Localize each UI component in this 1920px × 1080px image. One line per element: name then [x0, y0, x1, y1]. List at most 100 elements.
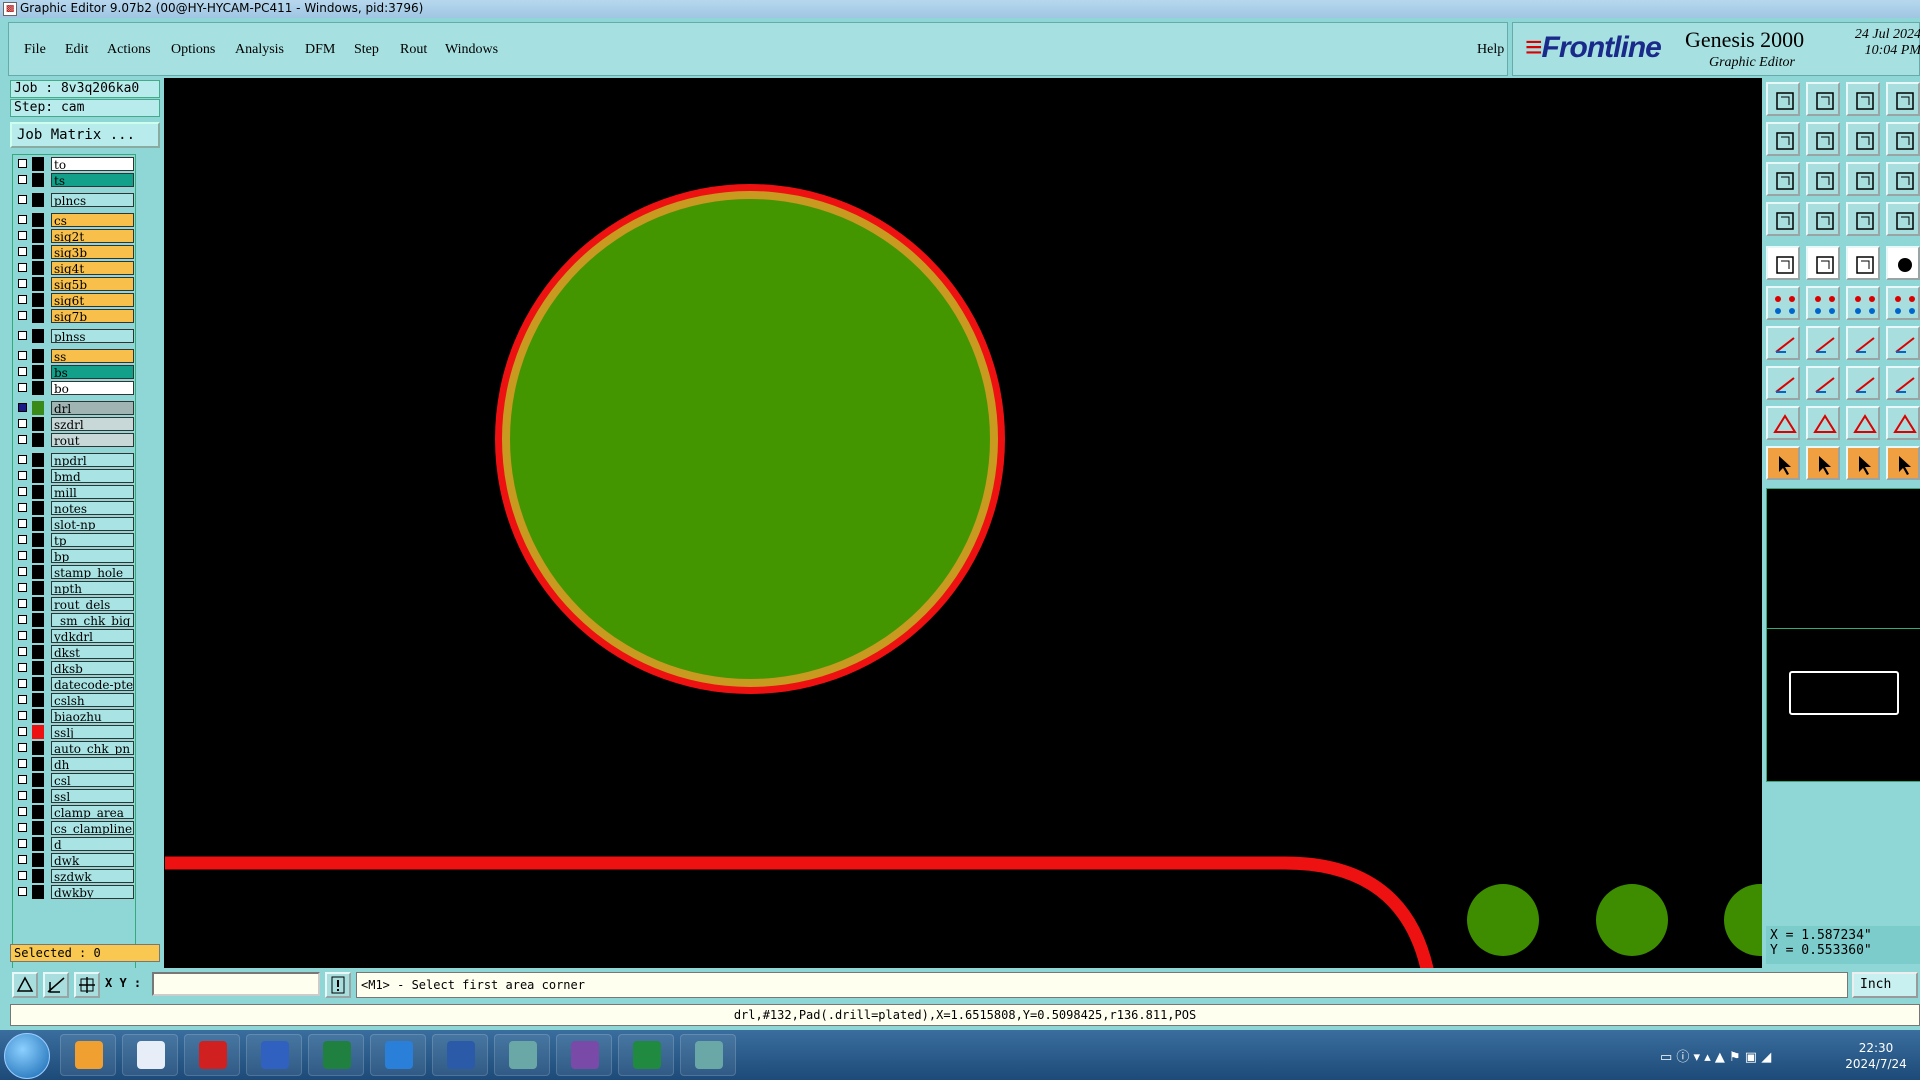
layer-name[interactable]: cslsh	[51, 693, 134, 707]
layer-name[interactable]: szdwk	[51, 869, 134, 883]
fit-icon[interactable]	[1766, 162, 1800, 196]
layer-checkbox[interactable]	[18, 743, 27, 752]
layer-row-sig3b[interactable]: sig3b	[15, 245, 134, 259]
layer-checkbox[interactable]	[18, 759, 27, 768]
layer-checkbox[interactable]	[18, 419, 27, 428]
layer-name[interactable]: rout	[51, 433, 134, 447]
layer-color-swatch[interactable]	[32, 453, 44, 467]
load-icon[interactable]	[1806, 82, 1840, 116]
layer-checkbox[interactable]	[18, 807, 27, 816]
layer-color-swatch[interactable]	[32, 869, 44, 883]
layer-name[interactable]: ss	[51, 349, 134, 363]
layer-row-sig4t[interactable]: sig4t	[15, 261, 134, 275]
layer-name[interactable]: bmd	[51, 469, 134, 483]
layer-checkbox[interactable]	[18, 435, 27, 444]
layer-color-swatch[interactable]	[32, 417, 44, 431]
layer-row-bo[interactable]: bo	[15, 381, 134, 395]
snap-mode-button[interactable]	[12, 972, 38, 998]
layer-name[interactable]: ssl	[51, 789, 134, 803]
job-matrix-button[interactable]: Job Matrix ...	[10, 122, 160, 148]
arc-icon[interactable]	[1846, 326, 1880, 360]
layer-name[interactable]: clamp_area	[51, 805, 134, 819]
menu-actions[interactable]: Actions	[107, 42, 151, 58]
select-move-icon[interactable]	[1806, 446, 1840, 480]
layer-color-swatch[interactable]	[32, 693, 44, 707]
eye-app-icon[interactable]	[494, 1034, 550, 1076]
layer-row-bp[interactable]: bp	[15, 549, 134, 563]
arrow-app-icon[interactable]	[370, 1034, 426, 1076]
help-icon[interactable]	[1886, 162, 1920, 196]
layer-checkbox[interactable]	[18, 471, 27, 480]
layer-color-swatch[interactable]	[32, 773, 44, 787]
menu-windows[interactable]: Windows	[445, 42, 498, 58]
layer-color-swatch[interactable]	[32, 229, 44, 243]
layer-checkbox[interactable]	[18, 839, 27, 848]
layer-checkbox[interactable]	[18, 551, 27, 560]
layer-row-tp[interactable]: tp	[15, 533, 134, 547]
layer-compare-icon[interactable]	[1846, 202, 1880, 236]
layer-color-swatch[interactable]	[32, 597, 44, 611]
layer-checkbox[interactable]	[18, 159, 27, 168]
layer-row-dh[interactable]: dh	[15, 757, 134, 771]
layer-name[interactable]: slot-np	[51, 517, 134, 531]
layer-color-swatch[interactable]	[32, 401, 44, 415]
resize-icon[interactable]	[1846, 366, 1880, 400]
zoom-fit-icon[interactable]	[1806, 162, 1840, 196]
units-selector[interactable]: Inch	[1852, 972, 1918, 998]
layer-color-swatch[interactable]	[32, 533, 44, 547]
layer-color-swatch[interactable]	[32, 309, 44, 323]
layer-color-swatch[interactable]	[32, 293, 44, 307]
layer-color-swatch[interactable]	[32, 837, 44, 851]
layer-name[interactable]: dwkby	[51, 885, 134, 899]
layer-color-swatch[interactable]	[32, 709, 44, 723]
layer-name[interactable]: _sm_chk_big	[51, 613, 134, 627]
layer-color-swatch[interactable]	[32, 645, 44, 659]
layer-row-ss[interactable]: ss	[15, 349, 134, 363]
layer-checkbox[interactable]	[18, 775, 27, 784]
layer-name[interactable]: sig7b	[51, 309, 134, 323]
snapshot-icon[interactable]	[1766, 82, 1800, 116]
triangle-b-icon[interactable]	[1846, 406, 1880, 440]
layer-checkbox[interactable]	[18, 871, 27, 880]
layer-name[interactable]: auto_chk_pn	[51, 741, 134, 755]
layer-checkbox[interactable]	[18, 679, 27, 688]
layer-name[interactable]: sig2t	[51, 229, 134, 243]
slash-icon[interactable]	[1806, 326, 1840, 360]
layer-name[interactable]: dkst	[51, 645, 134, 659]
menu-help[interactable]: Help	[1477, 42, 1504, 58]
layer-checkbox[interactable]	[18, 455, 27, 464]
layer-checkbox[interactable]	[18, 887, 27, 896]
publisher-icon[interactable]	[308, 1034, 364, 1076]
pad-shape-icon[interactable]	[1766, 366, 1800, 400]
layer-checkbox[interactable]	[18, 351, 27, 360]
layer-checkbox[interactable]	[18, 519, 27, 528]
layer-row-dkst[interactable]: dkst	[15, 645, 134, 659]
layer-row-d[interactable]: d	[15, 837, 134, 851]
select-arrow-icon[interactable]	[1766, 446, 1800, 480]
layer-row-slot-np[interactable]: slot-np	[15, 517, 134, 531]
layer-checkbox[interactable]	[18, 175, 27, 184]
zoom-prev-icon[interactable]	[1766, 122, 1800, 156]
layer-checkbox[interactable]	[18, 695, 27, 704]
layer-row-rout[interactable]: rout	[15, 433, 134, 447]
layer-color-swatch[interactable]	[32, 629, 44, 643]
layer-row-notes[interactable]: notes	[15, 501, 134, 515]
layer-name[interactable]: bs	[51, 365, 134, 379]
select-group-icon[interactable]	[1886, 446, 1920, 480]
menu-step[interactable]: Step	[354, 42, 379, 58]
layer-name[interactable]: ydkdrl	[51, 629, 134, 643]
layer-row-npth[interactable]: npth	[15, 581, 134, 595]
layer-row-plnss[interactable]: plnss	[15, 329, 134, 343]
layer-name[interactable]: tp	[51, 533, 134, 547]
layer-checkbox[interactable]	[18, 535, 27, 544]
layer-color-swatch[interactable]	[32, 677, 44, 691]
layer-name[interactable]: drl	[51, 401, 134, 415]
layer-row-stamp_hole[interactable]: stamp_hole	[15, 565, 134, 579]
layer-color-swatch[interactable]	[32, 329, 44, 343]
layer-color-swatch[interactable]	[32, 433, 44, 447]
layer-name[interactable]: dwk	[51, 853, 134, 867]
layer-checkbox[interactable]	[18, 631, 27, 640]
layer-name[interactable]: biaozhu	[51, 709, 134, 723]
layer-row-npdrl[interactable]: npdrl	[15, 453, 134, 467]
layer-row-cslsh[interactable]: cslsh	[15, 693, 134, 707]
